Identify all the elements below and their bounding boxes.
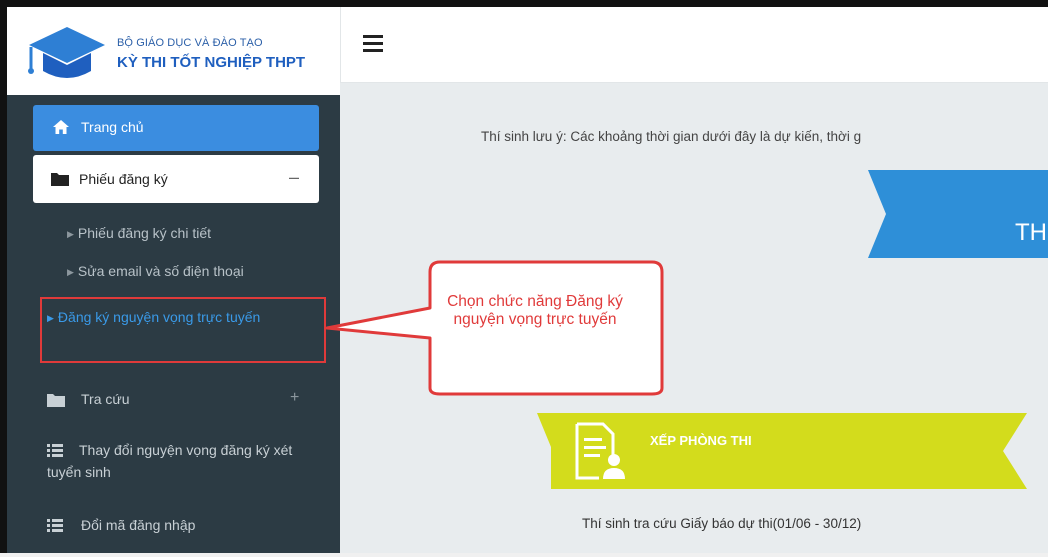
frame-top — [0, 0, 1048, 7]
highlight-box — [40, 297, 326, 363]
home-icon — [53, 120, 69, 134]
folder-icon — [47, 394, 65, 407]
expand-toggle[interactable]: + — [290, 389, 299, 407]
brand-exam-title: KỲ THI TỐT NGHIỆP THPT — [117, 54, 306, 71]
sidebar-item-registration[interactable]: Phiếu đăng ký – — [33, 155, 319, 203]
list-icon — [47, 519, 63, 532]
sidebar-item-label: Đổi mã đăng nhập — [81, 517, 196, 533]
frame-bottom — [0, 553, 1048, 557]
sidebar-subitem-detail[interactable]: ▶ Phiếu đăng ký chi tiết — [67, 225, 211, 241]
sidebar-item-change-password[interactable]: Đổi mã đăng nhập — [47, 515, 317, 539]
sidebar-item-change-wishes[interactable]: Thay đổi nguyện vọng đăng ký xét tuyển s… — [47, 439, 322, 483]
exam-room-caption: Thí sinh tra cứu Giấy báo dự thi(01/06 -… — [582, 516, 862, 531]
sidebar-subitem-edit-contact[interactable]: ▶ Sửa email và số điện thoại — [67, 263, 244, 279]
list-icon — [47, 444, 63, 457]
caret-right-icon: ▶ — [67, 267, 74, 277]
caret-right-icon: ▶ — [67, 229, 74, 239]
document-user-icon — [575, 422, 625, 480]
folder-icon — [51, 173, 69, 186]
sidebar-item-lookup[interactable]: Tra cứu + — [47, 389, 317, 413]
blue-banner-text: TH — [1015, 219, 1047, 246]
brand-ministry: BỘ GIÁO DỤC VÀ ĐÀO TẠO — [117, 37, 263, 49]
sidebar: BỘ GIÁO DỤC VÀ ĐÀO TẠO KỲ THI TỐT NGHIỆP… — [7, 7, 340, 553]
sidebar-item-label: Trang chủ — [81, 119, 144, 135]
sidebar-item-label: Tra cứu — [81, 391, 130, 407]
hamburger-icon[interactable] — [363, 35, 383, 53]
graduation-cap-logo-icon — [28, 27, 105, 78]
notice-text: Thí sinh lưu ý: Các khoảng thời gian dướ… — [481, 129, 862, 144]
exam-room-label: XẾP PHÒNG THI — [650, 433, 752, 448]
frame-left — [0, 0, 7, 557]
callout-text: Chọn chức năng Đăng ký nguyện vọng trực … — [447, 293, 623, 328]
brand-header[interactable]: BỘ GIÁO DỤC VÀ ĐÀO TẠO KỲ THI TỐT NGHIỆP… — [7, 7, 340, 95]
top-bar — [340, 7, 1048, 83]
sidebar-item-home[interactable]: Trang chủ — [33, 105, 319, 151]
sidebar-item-label: Phiếu đăng ký — [79, 171, 168, 187]
collapse-toggle[interactable]: – — [289, 167, 299, 188]
sidebar-item-label: Thay đổi nguyện vọng đăng ký xét tuyển s… — [47, 442, 293, 480]
